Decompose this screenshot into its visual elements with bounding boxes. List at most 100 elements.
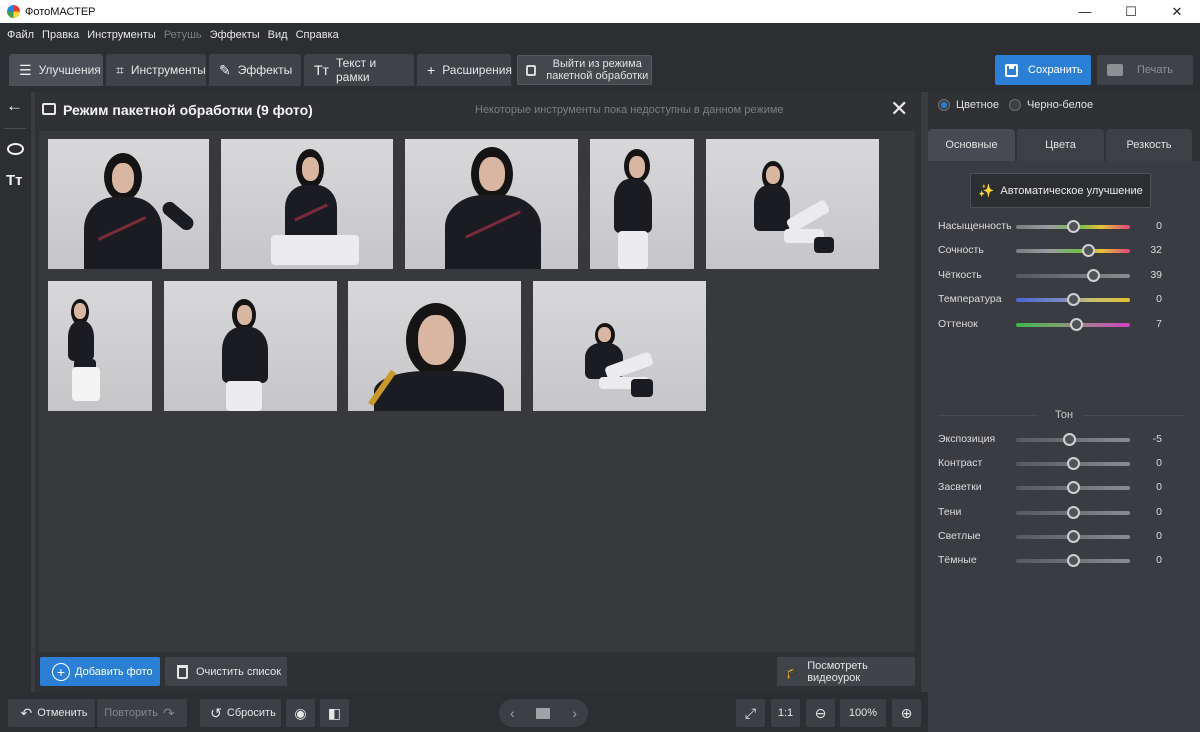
temperature-handle[interactable] <box>1066 293 1080 307</box>
tab-improvements[interactable]: ☰ Улучшения <box>9 54 103 86</box>
redo-button[interactable]: Повторить ↷ <box>97 699 187 727</box>
menu-effects[interactable]: Эффекты <box>206 29 264 41</box>
tab-effects[interactable]: ✎ Эффекты <box>209 54 301 86</box>
maximize-button[interactable]: ☐ <box>1108 0 1154 23</box>
add-photo-button[interactable]: + Добавить фото <box>40 657 160 686</box>
contrast-slider[interactable]: Контраст 0 <box>938 456 1190 472</box>
bw-radio-label[interactable]: Черно-белое <box>1027 99 1093 111</box>
undo-icon: ↶ <box>20 704 33 721</box>
tint-handle[interactable] <box>1069 317 1083 331</box>
exposure-handle[interactable] <box>1063 433 1077 446</box>
vibrance-value: 32 <box>1150 244 1162 257</box>
saturation-handle[interactable] <box>1066 220 1080 233</box>
shadows-value: 0 <box>1156 505 1162 518</box>
color-radio[interactable] <box>938 99 950 111</box>
clarity-slider[interactable]: Чёткость 39 <box>938 268 1190 284</box>
vignette-icon[interactable] <box>7 143 24 155</box>
tab-text-frames[interactable]: Тт Текст и рамки <box>304 54 414 86</box>
highlights-label: Засветки <box>938 481 982 494</box>
reset-icon: ↺ <box>210 704 222 721</box>
close-window-button[interactable]: ✕ <box>1154 0 1200 23</box>
clear-list-label: Очистить список <box>196 665 282 678</box>
reset-label: Сбросить <box>226 707 276 719</box>
menu-help[interactable]: Справка <box>292 29 343 41</box>
tab-tools[interactable]: ⌗ Инструменты <box>106 54 206 86</box>
photo-thumbnail[interactable] <box>405 139 578 269</box>
watch-video-label: Посмотреть видеоурок <box>807 659 868 684</box>
next-photo-icon[interactable]: › <box>572 705 577 721</box>
color-radio-label[interactable]: Цветное <box>956 99 999 111</box>
print-button[interactable]: Печать <box>1097 55 1193 85</box>
text-icon: Тт <box>314 62 329 78</box>
vibrance-handle[interactable] <box>1082 244 1096 258</box>
photo-thumbnail[interactable] <box>706 139 879 269</box>
vibrance-track[interactable] <box>1016 249 1130 254</box>
watch-video-button[interactable]: 🎓 Посмотреть видеоурок <box>777 657 915 686</box>
undo-button[interactable]: ↶ Отменить <box>8 699 95 727</box>
temperature-label: Температура <box>938 293 1002 306</box>
blacks-label: Тёмные <box>938 554 977 566</box>
vibrance-slider[interactable]: Сочность 32 <box>938 243 1190 259</box>
shadows-slider[interactable]: Тени 0 <box>938 505 1190 521</box>
menu-view[interactable]: Вид <box>264 29 292 41</box>
clear-list-button[interactable]: Очистить список <box>165 657 287 686</box>
photo-thumbnail[interactable] <box>533 281 706 411</box>
exit-batch-mode-button[interactable]: Выйти из режима пакетной обработки <box>517 55 652 85</box>
contrast-handle[interactable] <box>1066 457 1080 471</box>
actual-size-button[interactable]: 1:1 <box>771 699 800 727</box>
photo-thumbnail[interactable] <box>348 281 521 411</box>
blacks-handle[interactable] <box>1066 554 1080 567</box>
menu-edit[interactable]: Правка <box>38 29 83 41</box>
tab-basic[interactable]: Основные <box>928 129 1015 161</box>
tint-label: Оттенок <box>938 317 978 330</box>
saturation-slider[interactable]: Насыщенность 0 <box>938 219 1190 235</box>
tab-extensions[interactable]: + Расширения <box>417 54 512 86</box>
whites-slider[interactable]: Светлые 0 <box>938 529 1190 545</box>
floppy-disk-icon <box>1005 63 1018 77</box>
left-strip-divider <box>4 128 26 129</box>
back-arrow-icon[interactable]: ← <box>6 96 23 116</box>
menu-file[interactable]: Файл <box>3 29 38 41</box>
photo-thumbnail[interactable] <box>48 281 152 411</box>
photo-grid <box>39 131 915 652</box>
save-button[interactable]: Сохранить <box>995 55 1091 85</box>
bw-radio[interactable] <box>1008 99 1021 111</box>
prev-photo-icon[interactable]: ‹ <box>510 705 515 721</box>
redo-icon: ↷ <box>162 704 175 721</box>
tint-slider[interactable]: Оттенок 7 <box>938 317 1190 333</box>
photo-thumbnail[interactable] <box>164 281 337 411</box>
preview-button[interactable]: ◉ <box>286 699 315 727</box>
menu-retouch[interactable]: Ретушь <box>160 29 206 41</box>
shadows-handle[interactable] <box>1066 505 1080 519</box>
printer-icon <box>1107 64 1123 76</box>
tab-text-frames-label: Текст и рамки <box>335 56 377 84</box>
batch-note: Некоторые инструменты пока недоступны в … <box>475 104 784 116</box>
close-batch-icon[interactable]: ✕ <box>890 97 908 121</box>
clarity-handle[interactable] <box>1087 268 1101 282</box>
zoom-level[interactable]: 100% <box>840 699 886 727</box>
folder-icon[interactable] <box>536 707 551 719</box>
text-tool-icon[interactable]: Tт <box>6 172 23 189</box>
eye-icon: ◉ <box>294 704 307 721</box>
clarity-track[interactable] <box>1016 273 1130 278</box>
auto-enhance-button[interactable]: ✨ Автоматическое улучшение <box>970 173 1151 208</box>
fit-screen-button[interactable]: ⤢ <box>736 699 765 727</box>
temperature-slider[interactable]: Температура 0 <box>938 292 1190 308</box>
menu-tools[interactable]: Инструменты <box>83 29 160 41</box>
reset-button[interactable]: ↺ Сбросить <box>200 699 281 727</box>
photo-thumbnail[interactable] <box>48 139 209 269</box>
tab-sharpness[interactable]: Резкость <box>1106 129 1192 161</box>
tab-colors[interactable]: Цвета <box>1017 129 1104 161</box>
highlights-slider[interactable]: Засветки 0 <box>938 480 1190 496</box>
exposure-slider[interactable]: Экспозиция -5 <box>938 432 1190 448</box>
whites-handle[interactable] <box>1066 529 1080 543</box>
zoom-out-button[interactable]: ⊖ <box>806 699 835 727</box>
compare-button[interactable]: ◧ <box>320 699 349 727</box>
photo-thumbnail[interactable] <box>590 139 694 269</box>
zoom-in-button[interactable]: ⊕ <box>892 699 921 727</box>
minimize-button[interactable]: — <box>1062 0 1108 23</box>
blacks-slider[interactable]: Тёмные 0 <box>938 553 1190 569</box>
plus-icon: + <box>427 62 436 78</box>
photo-thumbnail[interactable] <box>221 139 393 269</box>
highlights-handle[interactable] <box>1066 481 1080 495</box>
